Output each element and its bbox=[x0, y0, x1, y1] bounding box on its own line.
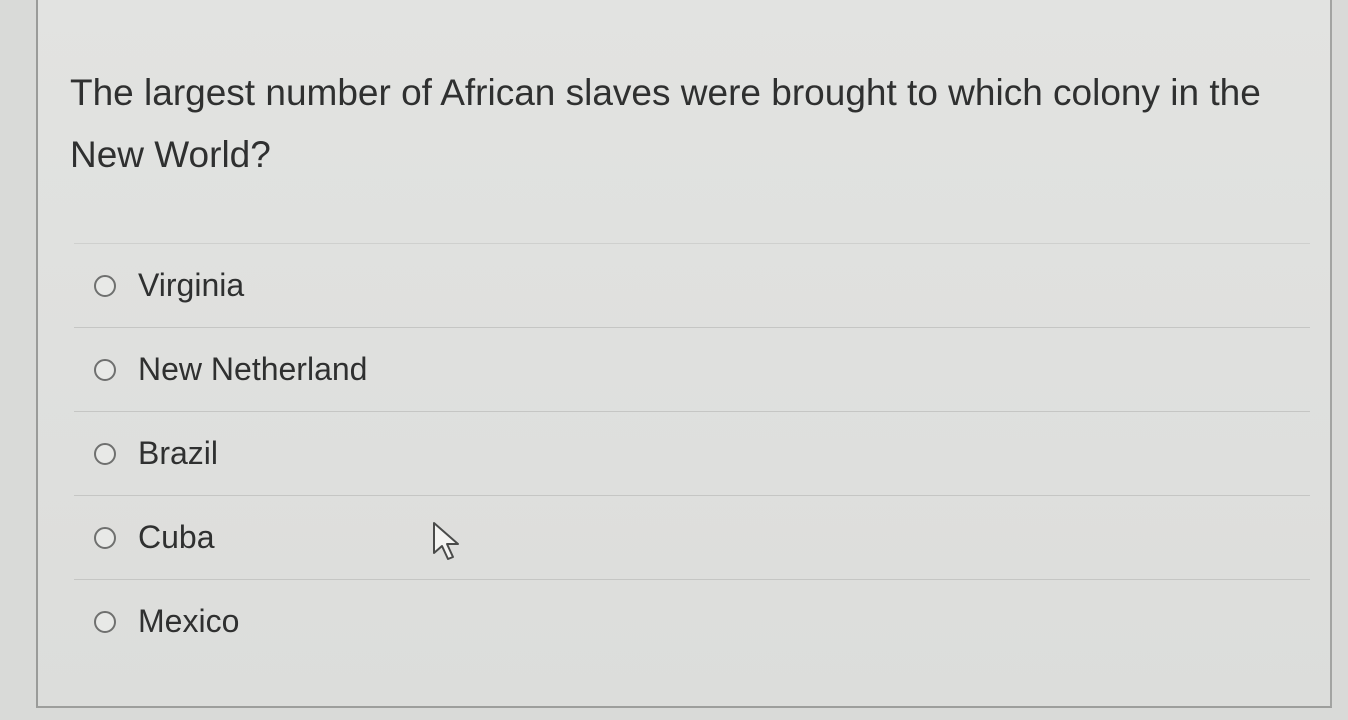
answer-label[interactable]: Brazil bbox=[138, 435, 218, 472]
radio-unchecked-icon[interactable] bbox=[94, 442, 116, 465]
radio-unchecked-icon[interactable] bbox=[94, 526, 116, 549]
answer-option-mexico[interactable]: Mexico bbox=[74, 579, 1310, 663]
answer-label[interactable]: Virginia bbox=[138, 267, 244, 304]
radio-unchecked-icon[interactable] bbox=[94, 358, 116, 381]
answer-option-virginia[interactable]: Virginia bbox=[74, 243, 1310, 327]
answer-label[interactable]: Cuba bbox=[138, 519, 215, 556]
answer-option-cuba[interactable]: Cuba bbox=[74, 495, 1310, 579]
answer-option-new-netherland[interactable]: New Netherland bbox=[74, 327, 1310, 411]
question-text: The largest number of African slaves wer… bbox=[70, 72, 1261, 175]
radio-unchecked-icon[interactable] bbox=[94, 274, 116, 297]
mouse-pointer-icon bbox=[433, 522, 459, 560]
answer-list: Virginia New Netherland Brazil Cuba Mexi… bbox=[74, 243, 1310, 663]
answer-label[interactable]: Mexico bbox=[138, 603, 239, 640]
radio-unchecked-icon[interactable] bbox=[94, 610, 116, 633]
answer-option-brazil[interactable]: Brazil bbox=[74, 411, 1310, 495]
question-card: The largest number of African slaves wer… bbox=[36, 0, 1332, 708]
answer-label[interactable]: New Netherland bbox=[138, 351, 367, 388]
